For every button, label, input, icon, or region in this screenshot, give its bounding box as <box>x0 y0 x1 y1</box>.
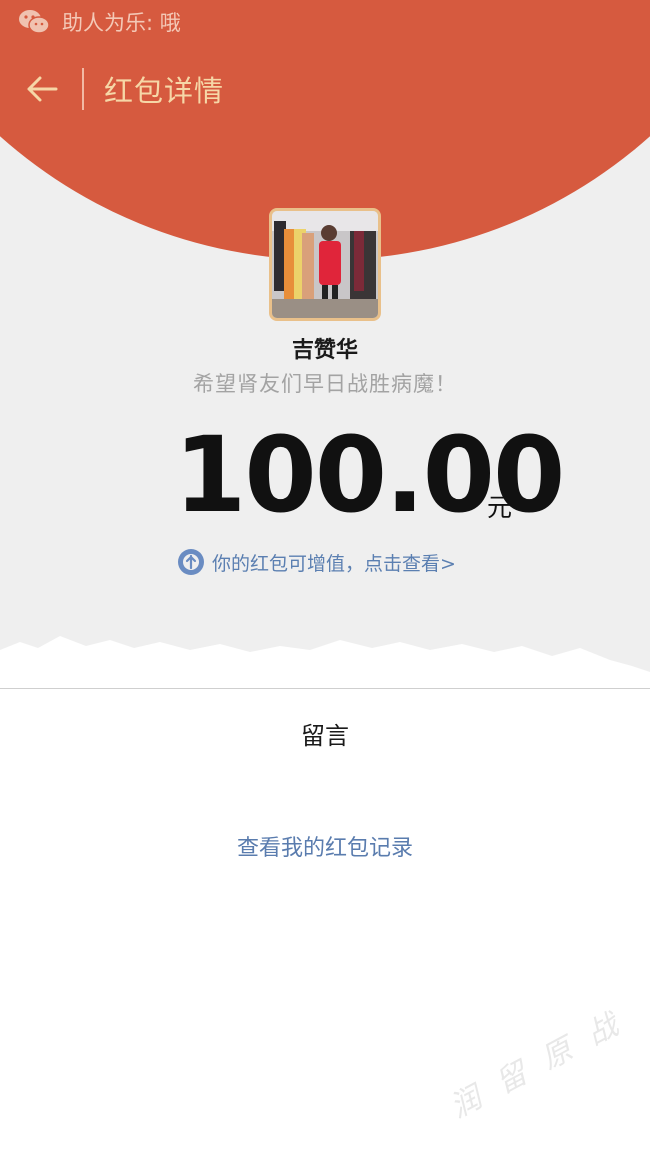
wish-message: 希望肾友们早日战胜病魔！ <box>193 372 457 396</box>
amount-row: 100.00 元 <box>0 420 650 530</box>
wechat-icon <box>19 10 50 34</box>
navbar: 红包详情 <box>0 62 650 116</box>
message-section <box>0 690 650 1156</box>
red-packet-detail-screen: 助人为乐: 哦 红包详情 吉赞华 希望肾友们早日战胜病魔！ 100.00 元 你… <box>0 0 650 1156</box>
coin-growth-icon <box>178 549 204 575</box>
sender-name: 吉赞华 <box>291 338 358 363</box>
status-bar: 助人为乐: 哦 <box>0 0 650 44</box>
avatar[interactable] <box>269 208 381 321</box>
avatar-photo <box>272 211 378 318</box>
upgrade-link-text: 你的红包可增值，点击查看> <box>212 552 456 575</box>
notification-text: 助人为乐: 哦 <box>62 11 181 35</box>
back-button[interactable] <box>2 62 82 116</box>
back-arrow-icon <box>27 76 58 102</box>
message-title: 留言 <box>301 722 349 750</box>
view-records-link[interactable]: 查看我的红包记录 <box>0 830 650 862</box>
nav-divider <box>82 68 84 110</box>
section-divider <box>0 688 650 689</box>
page-title: 红包详情 <box>104 74 225 108</box>
amount-unit: 元 <box>487 493 513 522</box>
upgrade-link[interactable]: 你的红包可增值，点击查看> <box>176 545 456 579</box>
